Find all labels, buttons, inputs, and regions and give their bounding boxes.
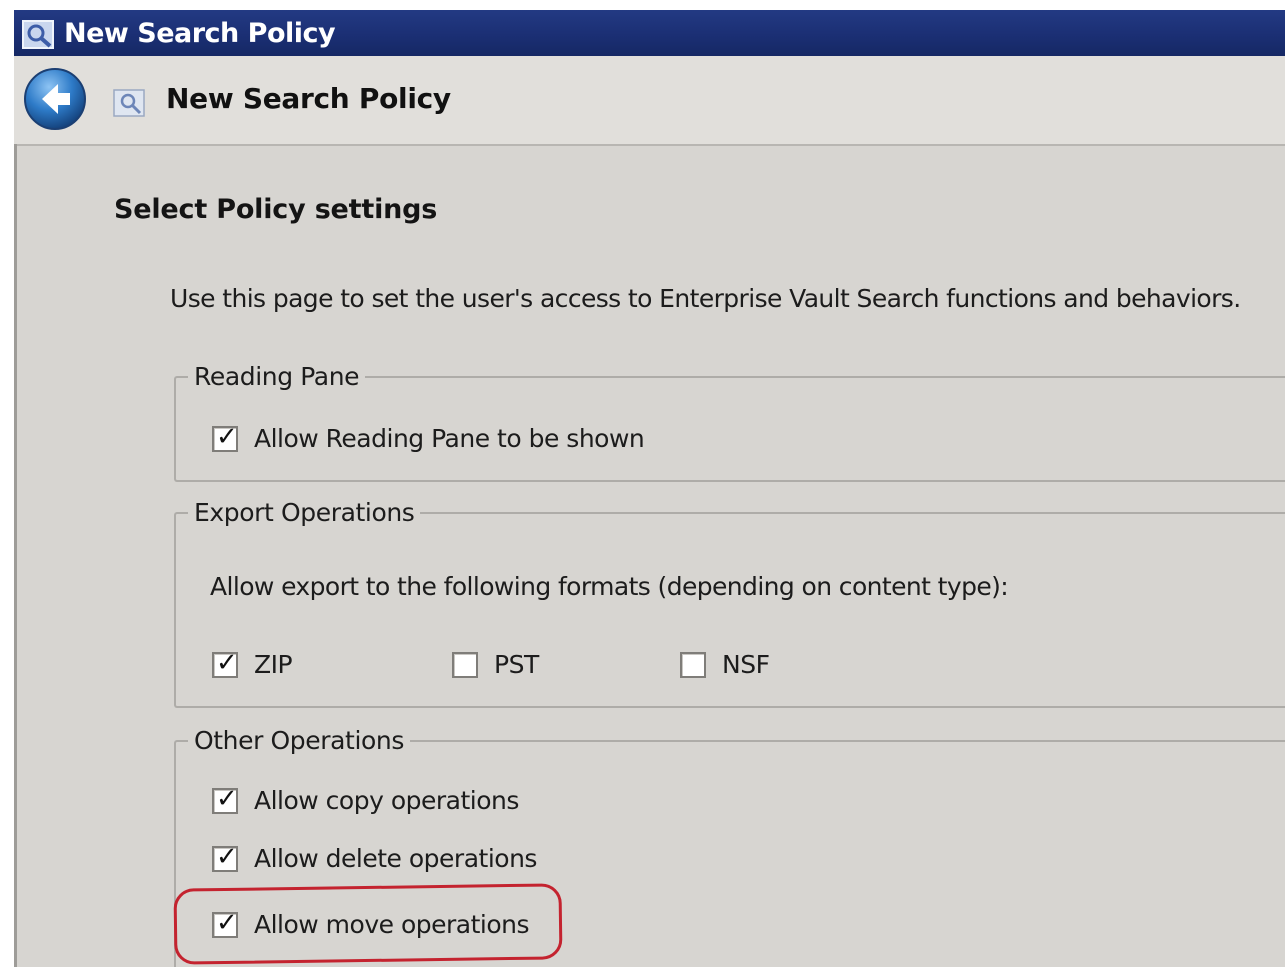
search-policy-icon [22,18,56,50]
allow-copy-checkbox-row[interactable]: ✓ Allow copy operations [212,786,519,815]
policy-window: New Search Policy New Search Policy Sele… [14,10,1285,967]
back-arrow-icon[interactable] [22,66,88,132]
allow-copy-checkbox[interactable]: ✓ [212,786,238,814]
window-title: New Search Policy [64,18,336,49]
zip-label: ZIP [254,650,293,679]
allow-delete-checkbox[interactable]: ✓ [212,844,238,872]
page-heading: Select Policy settings [114,194,438,225]
title-bar: New Search Policy [14,10,1285,56]
nsf-checkbox[interactable] [680,651,706,678]
allow-delete-checkbox-row[interactable]: ✓ Allow delete operations [212,844,537,873]
reading-pane-group: Reading Pane [174,362,1285,482]
search-policy-nav-icon [110,84,150,120]
allow-reading-pane-label: Allow Reading Pane to be shown [254,424,645,453]
export-nsf-checkbox-row[interactable]: NSF [680,650,770,679]
allow-reading-pane-checkbox[interactable]: ✓ [212,424,238,452]
page-description: Use this page to set the user's access t… [170,284,1241,313]
other-operations-legend: Other Operations [194,726,404,755]
pst-checkbox[interactable] [452,651,478,678]
export-formats-intro: Allow export to the following formats (d… [210,572,1009,601]
allow-copy-label: Allow copy operations [254,786,519,815]
export-pst-checkbox-row[interactable]: PST [452,650,539,679]
nsf-label: NSF [722,650,770,679]
reading-pane-legend: Reading Pane [194,362,360,391]
window-left-border [14,144,17,967]
allow-reading-pane-checkbox-row[interactable]: ✓ Allow Reading Pane to be shown [212,424,645,453]
pst-label: PST [494,650,539,679]
allow-delete-label: Allow delete operations [254,844,537,873]
nav-title: New Search Policy [166,82,451,115]
export-operations-legend: Export Operations [194,498,415,527]
navigation-bar: New Search Policy [14,56,1285,146]
zip-checkbox[interactable]: ✓ [212,650,238,678]
highlight-annotation [173,883,563,965]
export-zip-checkbox-row[interactable]: ✓ ZIP [212,650,293,679]
